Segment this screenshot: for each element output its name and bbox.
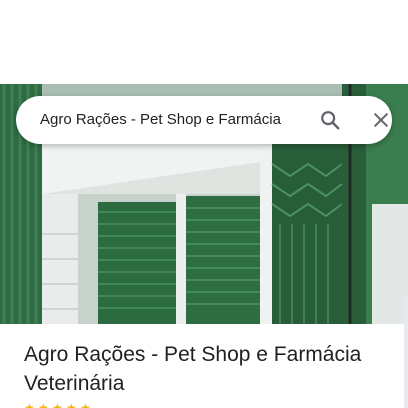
star-icon: ★ — [66, 401, 77, 408]
scrollbar-track[interactable] — [404, 296, 408, 408]
star-icon: ★ — [52, 401, 63, 408]
clear-search-button[interactable] — [367, 106, 395, 134]
rating-stars[interactable]: ★ ★ ★ ★ ★ — [24, 401, 92, 408]
place-title: Agro Rações - Pet Shop e Farmácia Veteri… — [24, 343, 362, 395]
star-icon: ★ — [24, 401, 35, 408]
search-bar[interactable]: Agro Rações - Pet Shop e Farmácia — [16, 96, 392, 144]
close-icon — [374, 113, 388, 127]
search-icon — [321, 111, 340, 130]
star-icon: ★ — [38, 401, 49, 408]
search-button[interactable] — [316, 106, 344, 134]
star-icon: ★ — [80, 401, 91, 408]
search-input[interactable]: Agro Rações - Pet Shop e Farmácia — [40, 96, 300, 144]
